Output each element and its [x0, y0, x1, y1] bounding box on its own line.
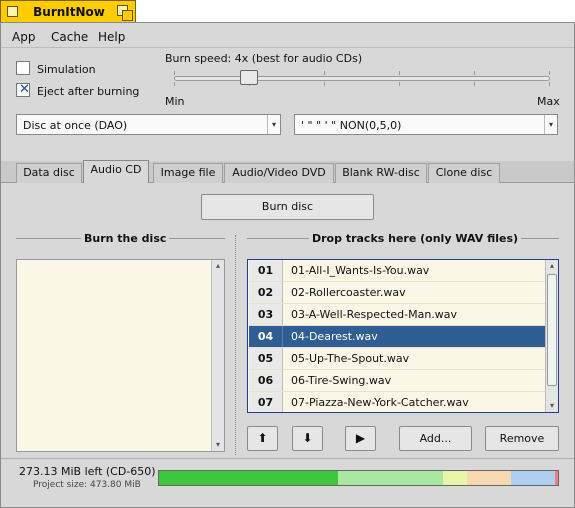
capacity-segment-2 — [443, 471, 467, 485]
track-number: 03 — [249, 304, 283, 325]
tab-data-disc[interactable]: Data disc — [16, 163, 82, 183]
capacity-segment-1 — [338, 471, 443, 485]
tab-audio-video-dvd[interactable]: Audio/Video DVD — [224, 163, 334, 183]
status-separator — [1, 458, 574, 459]
capacity-segment-4 — [511, 471, 555, 485]
tab-image-file[interactable]: Image file — [153, 163, 223, 183]
burn-output-area[interactable]: ▴ ▾ — [16, 259, 225, 452]
track-number: 04 — [249, 326, 283, 347]
track-name: 07-Piazza-New-York-Catcher.wav — [291, 396, 469, 409]
speed-min-label: Min — [165, 95, 185, 108]
eject-label: Eject after burning — [37, 85, 140, 98]
track-list-scrollbar[interactable]: ▴ ▾ — [545, 260, 558, 412]
chevron-up-icon[interactable]: ▴ — [212, 260, 224, 272]
capacity-bar — [158, 470, 559, 486]
track-number: 02 — [249, 282, 283, 303]
capacity-segment-5 — [555, 471, 558, 485]
burn-speed-slider-thumb[interactable] — [240, 70, 258, 85]
simulation-label: Simulation — [37, 63, 96, 76]
speed-max-label: Max — [537, 95, 560, 108]
track-list-scroll-thumb[interactable] — [547, 274, 557, 386]
menu-cache[interactable]: Cache — [51, 30, 88, 44]
window-title-tab[interactable]: BurnItNow — [0, 0, 136, 22]
tab-audio-cd[interactable]: Audio CD — [83, 160, 149, 184]
chevron-up-icon[interactable]: ▴ — [546, 260, 558, 272]
track-row[interactable]: 03 03-A-Well-Respected-Man.wav — [249, 304, 545, 326]
burn-output-scrollbar[interactable]: ▴ ▾ — [211, 260, 224, 451]
capacity-segment-3 — [467, 471, 511, 485]
burn-disc-button[interactable]: Burn disc — [201, 194, 374, 220]
tab-blank-rw-disc[interactable]: Blank RW-disc — [335, 163, 427, 183]
menu-app[interactable]: App — [12, 30, 35, 44]
track-name: 05-Up-The-Spout.wav — [291, 352, 410, 365]
track-list[interactable]: 01 01-All-I_Wants-Is-You.wav 02 02-Rollerc… — [247, 259, 559, 413]
track-row-selected[interactable]: 04 04-Dearest.wav — [249, 326, 545, 348]
track-number: 06 — [249, 370, 283, 391]
track-name: 03-A-Well-Respected-Man.wav — [291, 308, 458, 321]
tracks-section-title: Drop tracks here (only WAV files) — [309, 232, 522, 245]
chevron-down-icon: ▾ — [267, 115, 280, 134]
track-name: 06-Tire-Swing.wav — [291, 374, 392, 387]
chevron-down-icon: ▾ — [544, 115, 557, 134]
track-number: 05 — [249, 348, 283, 369]
burn-speed-label: Burn speed: 4x (best for audio CDs) — [165, 52, 363, 65]
track-row[interactable]: 07 07-Piazza-New-York-Catcher.wav — [249, 392, 545, 412]
track-row[interactable]: 06 06-Tire-Swing.wav — [249, 370, 545, 392]
track-number: 07 — [249, 392, 283, 412]
play-button[interactable]: ▶ — [345, 426, 376, 451]
project-size-label: Project size: 473.80 MiB — [33, 480, 141, 490]
track-number: 01 — [249, 260, 283, 281]
chevron-down-icon[interactable]: ▾ — [212, 439, 224, 451]
track-name: 04-Dearest.wav — [291, 330, 378, 343]
arrow-down-icon: ⬇ — [302, 431, 313, 445]
section-splitter[interactable] — [235, 235, 236, 455]
track-name: 01-All-I_Wants-Is-You.wav — [291, 264, 430, 277]
track-name: 02-Rollercoaster.wav — [291, 286, 406, 299]
chevron-down-icon[interactable]: ▾ — [546, 400, 558, 412]
tab-clone-disc[interactable]: Clone disc — [428, 163, 500, 183]
zoom-window-icon-back — [122, 10, 133, 21]
move-down-button[interactable]: ⬇ — [292, 426, 323, 451]
play-icon: ▶ — [355, 431, 366, 445]
track-row[interactable]: 02 02-Rollercoaster.wav — [249, 282, 545, 304]
device-select[interactable]: ' " " ' " NON(0,5,0) ▾ — [294, 114, 558, 135]
space-left-label: 273.13 MiB left (CD-650) — [19, 465, 156, 478]
burn-section-title: Burn the disc — [81, 232, 170, 245]
burn-speed-slider-track[interactable] — [174, 76, 550, 81]
simulation-checkbox[interactable] — [16, 61, 30, 75]
menu-bar: App Cache Help — [1, 23, 574, 47]
arrow-up-icon: ⬆ — [257, 431, 268, 445]
burn-mode-value: Disc at once (DAO) — [23, 119, 128, 132]
remove-button[interactable]: Remove — [485, 426, 559, 451]
track-row[interactable]: 01 01-All-I_Wants-Is-You.wav — [249, 260, 545, 282]
menu-help[interactable]: Help — [98, 30, 125, 44]
capacity-segment-0 — [159, 471, 338, 485]
burn-mode-select[interactable]: Disc at once (DAO) ▾ — [16, 114, 281, 135]
move-up-button[interactable]: ⬆ — [247, 426, 278, 451]
menu-separator — [1, 47, 574, 48]
device-value: ' " " ' " NON(0,5,0) — [301, 119, 402, 132]
track-row[interactable]: 05 05-Up-The-Spout.wav — [249, 348, 545, 370]
checkmark-icon: ✕ — [19, 82, 30, 97]
add-button[interactable]: Add... — [399, 426, 472, 451]
eject-checkbox[interactable]: ✕ — [16, 82, 30, 97]
